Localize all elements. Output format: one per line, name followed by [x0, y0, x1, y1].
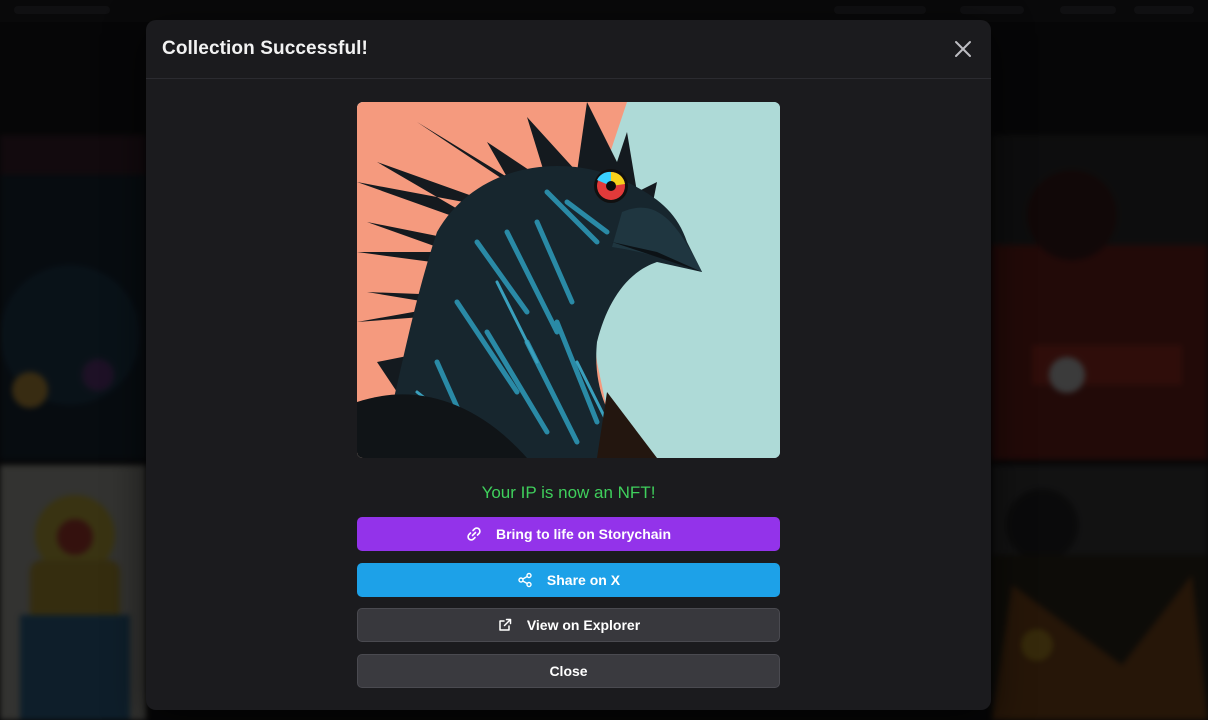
storychain-button-label: Bring to life on Storychain [495, 526, 671, 542]
bring-to-life-storychain-button[interactable]: Bring to life on Storychain [357, 517, 780, 551]
modal-header: Collection Successful! [146, 20, 991, 79]
close-button-label: Close [549, 663, 588, 679]
explorer-button-label: View on Explorer [526, 617, 641, 633]
close-icon[interactable] [953, 39, 973, 59]
success-message: Your IP is now an NFT! [481, 483, 656, 502]
external-link-icon [499, 618, 512, 631]
close-button[interactable]: Close [357, 654, 780, 688]
view-on-explorer-button[interactable]: View on Explorer [357, 608, 780, 642]
share-button-label: Share on X [546, 572, 621, 588]
share-on-x-button[interactable]: Share on X [357, 563, 780, 597]
share-icon [518, 572, 532, 588]
link-icon [467, 527, 481, 541]
collection-success-modal: Collection Successful! Your IP is now an… [146, 20, 991, 710]
modal-title: Collection Successful! [162, 38, 368, 59]
nft-artwork-image [357, 102, 780, 458]
